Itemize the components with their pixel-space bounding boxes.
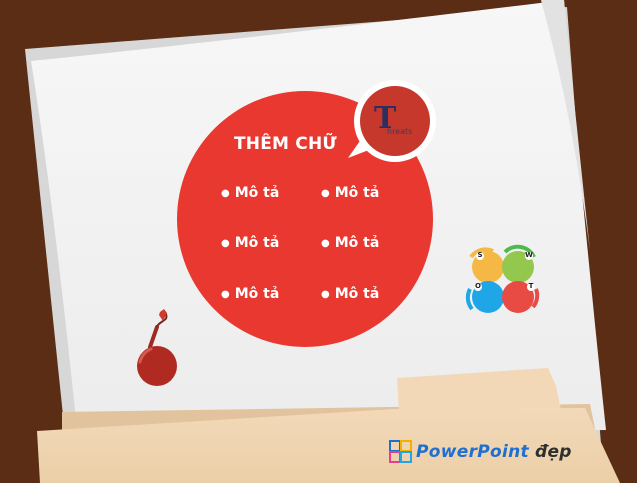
bullet-dot-icon: ● [321,289,330,300]
bullet-item: ● Mô tả [221,235,279,251]
slide: T hreats THÊM CHỮ ● Mô tả ● Mô tả ● Mô tả ●… [0,0,637,483]
swot-letter-s: S [477,251,483,259]
bullet-dot-icon: ● [321,188,330,199]
circle-title: THÊM CHỮ [234,134,337,154]
threats-badge-word: hreats [387,127,413,136]
bullet-item: ● Mô tả [221,185,279,201]
bullet-item: ● Mô tả [321,185,379,201]
bullet-text: Mô tả [334,286,380,302]
bullet-item: ● Mô tả [321,286,379,302]
bullet-dot-icon: ● [221,289,230,300]
bullet-item: ● Mô tả [221,286,279,302]
logo-text-dep: đẹp [534,442,572,462]
swot-letter-o: O [475,282,481,290]
bullet-text: Mô tả [334,235,380,251]
slide-artwork [25,0,620,483]
logo-text-point: Point [477,442,529,462]
bullet-dot-icon: ● [221,188,230,199]
powerpoint-dep-logo: Power Point đẹp [389,438,572,466]
swot-letter-t: T [528,282,534,290]
bullet-text: Mô tả [234,235,280,251]
bullet-text: Mô tả [234,185,280,201]
logo-icon-space [389,440,413,464]
bullet-text: Mô tả [334,185,380,201]
bullet-dot-icon: ● [221,238,230,249]
logo-text-power: Power [416,442,478,462]
bullet-text: Mô tả [234,286,280,302]
swot-letter-w: W [525,251,533,259]
bullet-item: ● Mô tả [321,235,379,251]
bullet-dot-icon: ● [321,238,330,249]
